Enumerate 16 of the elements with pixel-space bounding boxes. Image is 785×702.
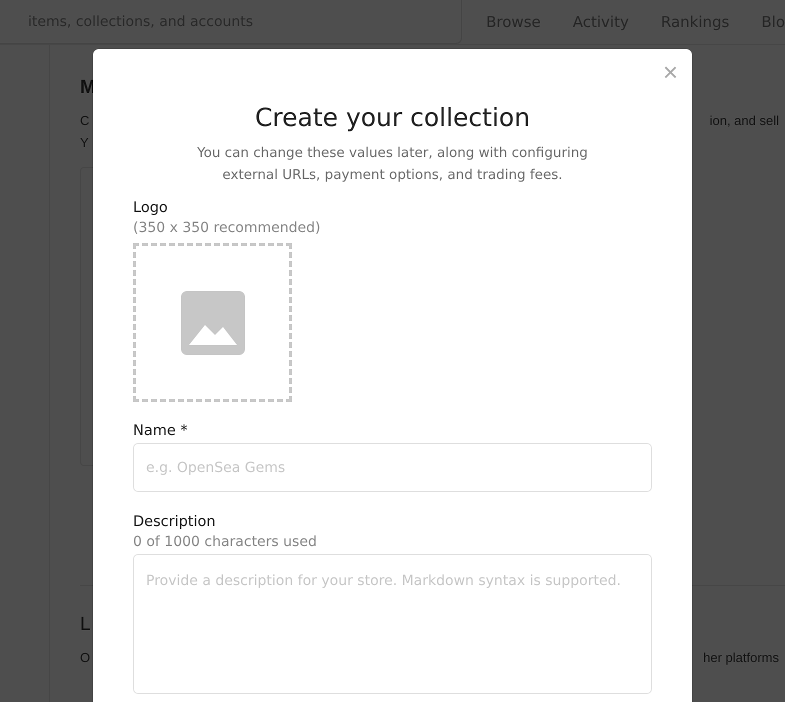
description-text: O	[80, 650, 90, 667]
description-text: ion, and sell	[710, 113, 779, 130]
description-label: Description	[133, 514, 217, 530]
image-icon	[180, 290, 244, 354]
section-heading: L	[80, 614, 91, 637]
description-text: Y	[80, 135, 89, 152]
description-text: her platforms	[703, 650, 779, 667]
character-count: 0 of 1000 characters used	[133, 534, 318, 550]
logo-hint: (350 x 350 recommended)	[133, 220, 322, 236]
name-label: Name *	[133, 423, 189, 439]
logo-label: Logo	[133, 200, 169, 216]
dialog-subtitle: You can change these values later, along with configuring external URLs, payment options, and trading fees.	[196, 144, 589, 185]
logo-dropzone[interactable]	[133, 243, 292, 402]
close-button[interactable]: ×	[660, 59, 680, 85]
dialog-title: Create your collection	[254, 103, 532, 132]
description-text: C	[80, 113, 90, 130]
